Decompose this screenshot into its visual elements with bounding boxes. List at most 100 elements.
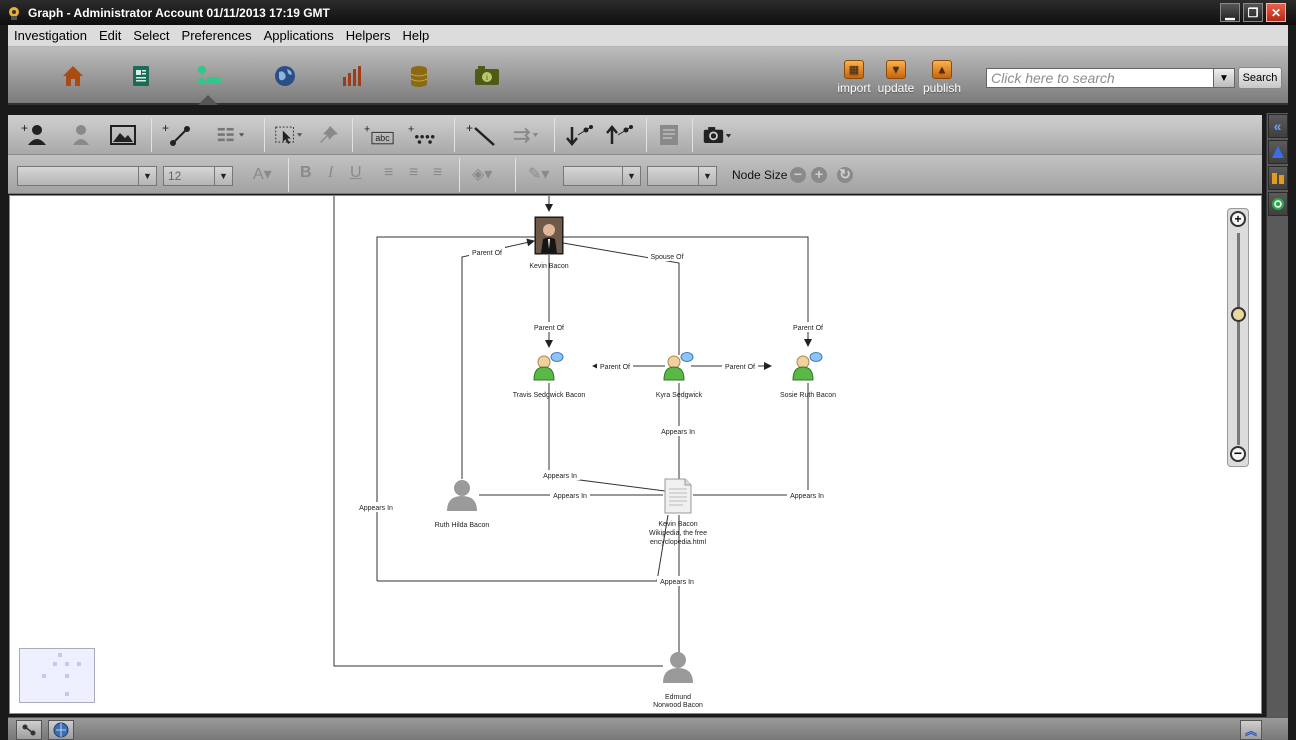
graph-svg[interactable]: Parent Of Spouse Of Parent Of Parent Of … bbox=[10, 196, 1262, 714]
menu-select[interactable]: Select bbox=[133, 28, 169, 43]
nav-charts-button[interactable] bbox=[337, 61, 367, 91]
notes-button[interactable] bbox=[654, 121, 684, 149]
document-icon bbox=[133, 66, 149, 86]
menu-edit[interactable]: Edit bbox=[99, 28, 121, 43]
globe-icon bbox=[275, 66, 295, 86]
side-tool-2-button[interactable] bbox=[1267, 166, 1288, 190]
chevron-down-icon: ▼ bbox=[1219, 72, 1229, 84]
font-size-value: 12 bbox=[168, 169, 182, 183]
line-style-select[interactable]: ▼ bbox=[563, 166, 641, 186]
line-color-button[interactable]: ✎▾ bbox=[528, 164, 549, 184]
select-tool-button[interactable] bbox=[274, 121, 304, 149]
add-group-button[interactable]: + bbox=[408, 121, 438, 149]
graph-canvas[interactable]: Parent Of Spouse Of Parent Of Parent Of … bbox=[9, 195, 1262, 714]
expand-down-icon bbox=[566, 125, 593, 146]
italic-button[interactable]: I bbox=[328, 164, 333, 182]
search-input[interactable]: Click here to search bbox=[986, 68, 1235, 88]
nav-home-button[interactable] bbox=[58, 61, 88, 91]
nav-documents-button[interactable] bbox=[126, 61, 156, 91]
paint-bucket-icon: ◈▾ bbox=[472, 166, 493, 183]
expand-up-button[interactable] bbox=[604, 121, 634, 149]
bold-button[interactable]: B bbox=[300, 164, 312, 182]
person-comment-icon bbox=[533, 352, 564, 381]
draw-line-button[interactable]: + bbox=[466, 121, 496, 149]
menu-help[interactable]: Help bbox=[403, 28, 430, 43]
line-width-select[interactable]: ▼ bbox=[647, 166, 717, 186]
menu-preferences[interactable]: Preferences bbox=[182, 28, 252, 43]
snapshot-button[interactable] bbox=[702, 121, 732, 149]
menu-helpers[interactable]: Helpers bbox=[346, 28, 391, 43]
search-dropdown-button[interactable]: ▼ bbox=[1213, 68, 1235, 88]
import-icon: ▦ bbox=[844, 60, 864, 79]
font-size-select[interactable]: 12 ▼ bbox=[163, 166, 233, 186]
node-wikipedia-document[interactable]: Kevin Bacon Wikipedia, the free encyclop… bbox=[649, 478, 707, 546]
edge-label: Spouse Of bbox=[650, 254, 683, 261]
image-icon bbox=[110, 125, 136, 145]
edge-label: Appears In bbox=[553, 493, 587, 500]
close-button[interactable]: ✕ bbox=[1266, 3, 1286, 22]
camera-info-icon: i bbox=[475, 66, 499, 85]
arrow-direction-button[interactable] bbox=[512, 121, 542, 149]
format-toolbar: ▼ 12 ▼ A▾ B I U ≡ ≡ ≡ ◈▾ ✎▾ ▼ ▼ Node Siz… bbox=[8, 155, 1262, 194]
expand-down-button[interactable] bbox=[564, 121, 594, 149]
zoom-slider-thumb[interactable] bbox=[1231, 307, 1246, 322]
underline-icon: U bbox=[350, 164, 362, 181]
font-color-button[interactable]: A▾ bbox=[253, 164, 272, 184]
main-nav-bar: i ▦ import ▼ update ▲ publish Click here… bbox=[8, 47, 1288, 105]
zoom-out-button[interactable]: − bbox=[1230, 446, 1246, 462]
node-label: Travis Sedgwick Bacon bbox=[513, 392, 586, 399]
nav-database-button[interactable] bbox=[404, 61, 434, 91]
nav-map-button[interactable] bbox=[270, 61, 300, 91]
node-travis-sedgwick-bacon[interactable]: Travis Sedgwick Bacon bbox=[513, 352, 586, 400]
publish-button[interactable]: ▲ publish bbox=[921, 60, 963, 95]
pin-button[interactable] bbox=[314, 121, 344, 149]
add-image-button[interactable] bbox=[108, 121, 138, 149]
menu-investigation[interactable]: Investigation bbox=[14, 28, 87, 43]
edge-label: Appears In bbox=[661, 429, 695, 436]
collapse-panel-button[interactable]: « bbox=[1267, 114, 1288, 138]
menu-applications[interactable]: Applications bbox=[264, 28, 334, 43]
edge-label: Appears In bbox=[790, 493, 824, 500]
node-edmund-norwood-bacon[interactable]: Edmund Norwood Bacon bbox=[653, 652, 703, 709]
status-bar: ︽ bbox=[8, 717, 1288, 740]
zoom-track[interactable] bbox=[1237, 233, 1240, 445]
font-family-select[interactable]: ▼ bbox=[17, 166, 157, 186]
node-kyra-sedgwick[interactable]: Kyra Sedgwick bbox=[656, 352, 703, 400]
node-ruth-hilda-bacon[interactable]: Ruth Hilda Bacon bbox=[435, 480, 490, 529]
draw-line-icon: + bbox=[466, 123, 495, 146]
align-right-button[interactable]: ≡ bbox=[433, 164, 442, 182]
node-size-decrease-button[interactable]: − bbox=[790, 167, 806, 183]
minimap[interactable] bbox=[19, 648, 95, 703]
import-button[interactable]: ▦ import bbox=[834, 60, 874, 95]
align-left-button[interactable]: ≡ bbox=[384, 164, 393, 182]
layout-button[interactable] bbox=[216, 121, 246, 149]
add-person-button[interactable]: + bbox=[20, 121, 50, 149]
fill-color-button[interactable]: ◈▾ bbox=[472, 164, 492, 184]
expand-up-icon bbox=[606, 125, 633, 144]
nav-graph-button[interactable] bbox=[194, 61, 224, 105]
nav-media-button[interactable]: i bbox=[472, 61, 502, 91]
side-tool-3-button[interactable] bbox=[1267, 192, 1288, 216]
node-size-increase-button[interactable]: + bbox=[811, 167, 827, 183]
side-tool-1-button[interactable] bbox=[1267, 140, 1288, 164]
node-kevin-bacon[interactable]: Kevin Bacon bbox=[529, 216, 569, 270]
node-size-reset-button[interactable]: ↻ bbox=[837, 167, 853, 183]
expand-panel-button[interactable]: ︽ bbox=[1240, 720, 1262, 740]
status-tool-1-button[interactable] bbox=[16, 720, 42, 740]
person-notes-button[interactable] bbox=[66, 121, 96, 149]
underline-button[interactable]: U bbox=[350, 164, 362, 182]
status-tool-2-button[interactable] bbox=[48, 720, 74, 740]
zoom-in-button[interactable]: + bbox=[1230, 211, 1246, 227]
edge-label: Appears In bbox=[660, 579, 694, 586]
maximize-button[interactable]: ❐ bbox=[1243, 3, 1263, 22]
search-button[interactable]: Search bbox=[1238, 67, 1282, 89]
node-sosie-ruth-bacon[interactable]: Sosie Ruth Bacon bbox=[780, 352, 836, 400]
align-center-button[interactable]: ≡ bbox=[409, 164, 418, 182]
chevron-down-icon: ▼ bbox=[138, 167, 156, 185]
person-silhouette-icon bbox=[663, 652, 693, 683]
update-icon: ▼ bbox=[886, 60, 906, 79]
minimize-button[interactable]: ▁ bbox=[1220, 3, 1240, 22]
add-label-button[interactable]: + abc bbox=[364, 121, 394, 149]
update-button[interactable]: ▼ update bbox=[876, 60, 916, 95]
add-link-button[interactable]: + bbox=[162, 121, 192, 149]
